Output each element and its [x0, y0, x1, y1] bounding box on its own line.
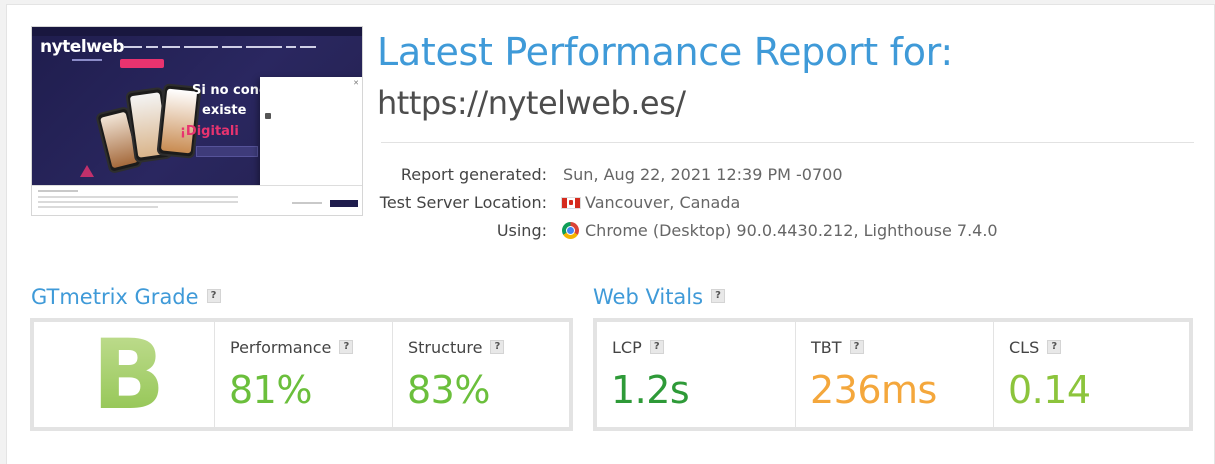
lcp-value: 1.2s: [611, 368, 690, 412]
thumbnail-menu-item: [286, 46, 296, 48]
chrome-icon: [561, 222, 581, 240]
tbt-value: 236ms: [810, 368, 937, 412]
tbt-label: TBT: [811, 338, 842, 357]
cls-cell: CLS? 0.14: [993, 322, 1189, 427]
thumbnail-text-line: [38, 190, 78, 192]
structure-label: Structure: [408, 338, 483, 357]
thumbnail-close-icon: ✕: [353, 79, 359, 87]
structure-value: 83%: [407, 368, 490, 412]
generated-label: Report generated:: [400, 165, 547, 184]
using-label: Using:: [496, 221, 547, 240]
performance-label-wrap: Performance?: [230, 338, 354, 357]
gtmetrix-grade-panel: B Performance? 81% Structure? 83%: [30, 318, 573, 431]
thumbnail-menu-item: [124, 46, 142, 48]
cls-help-icon[interactable]: ?: [1047, 339, 1062, 354]
canada-flag-icon: [561, 194, 581, 212]
grade-cell: B: [34, 319, 214, 431]
header-divider: [381, 142, 1194, 143]
thumbnail-text-line: [38, 201, 238, 203]
meta-row-using: Using: Chrome (Desktop) 90.0.4430.212, L…: [347, 221, 1207, 245]
thumbnail-logo: nytelweb: [40, 37, 125, 57]
meta-row-generated: Report generated: Sun, Aug 22, 2021 12:3…: [347, 165, 1207, 189]
thumbnail-logo-tagline: [72, 59, 102, 61]
grade-letter: B: [92, 319, 166, 431]
tbt-help-icon[interactable]: ?: [849, 339, 864, 354]
gtmetrix-grade-title: GTmetrix Grade?: [31, 285, 221, 309]
thumbnail-headline-red: ¡Digitali: [180, 124, 239, 139]
lcp-label: LCP: [612, 338, 642, 357]
performance-help-icon[interactable]: ?: [339, 339, 354, 354]
report-url[interactable]: https://nytelweb.es/: [377, 84, 686, 122]
web-vitals-title: Web Vitals?: [593, 285, 726, 309]
web-vitals-label: Web Vitals: [593, 285, 704, 309]
web-vitals-help-icon[interactable]: ?: [711, 289, 726, 303]
lcp-label-wrap: LCP?: [612, 338, 664, 357]
gtmetrix-grade-label: GTmetrix Grade: [31, 285, 199, 309]
thumbnail-menu-item: [184, 46, 218, 48]
performance-label: Performance: [230, 338, 332, 357]
thumbnail-cookie-banner: [32, 185, 362, 215]
report-card: nytelweb Si no conec existe ¡Digitali ✕ …: [6, 4, 1215, 464]
thumbnail-menu-item: [162, 46, 180, 48]
location-value: Vancouver, Canada: [585, 193, 741, 212]
thumbnail-client-area-pill: [120, 59, 164, 68]
thumbnail-decoration: [80, 165, 94, 177]
report-title: Latest Performance Report for:: [377, 30, 953, 74]
thumbnail-headline-2: existe: [202, 103, 247, 118]
tbt-cell: TBT? 236ms: [795, 322, 993, 427]
thumbnail-menu-item: [246, 46, 282, 48]
performance-cell: Performance? 81%: [214, 322, 392, 427]
web-vitals-panel: LCP? 1.2s TBT? 236ms CLS? 0.14: [593, 318, 1193, 431]
cls-value: 0.14: [1008, 368, 1091, 412]
lcp-help-icon[interactable]: ?: [649, 339, 664, 354]
cls-label-wrap: CLS?: [1009, 338, 1062, 357]
performance-value: 81%: [229, 368, 312, 412]
structure-help-icon[interactable]: ?: [490, 339, 505, 354]
location-label: Test Server Location:: [379, 193, 547, 212]
using-value: Chrome (Desktop) 90.0.4430.212, Lighthou…: [585, 221, 998, 240]
tbt-label-wrap: TBT?: [811, 338, 864, 357]
structure-label-wrap: Structure?: [408, 338, 505, 357]
generated-value: Sun, Aug 22, 2021 12:39 PM -0700: [563, 165, 843, 184]
thumbnail-lock-icon: [265, 113, 271, 119]
thumbnail-text-line: [292, 202, 322, 204]
thumbnail-input: [196, 146, 258, 157]
structure-cell: Structure? 83%: [392, 322, 569, 427]
thumbnail-text-line: [38, 196, 238, 198]
grade-help-icon[interactable]: ?: [206, 289, 221, 303]
site-screenshot-thumbnail[interactable]: nytelweb Si no conec existe ¡Digitali ✕: [31, 26, 363, 216]
thumbnail-menu-item: [146, 46, 158, 48]
thumbnail-menu-item: [222, 46, 242, 48]
lcp-cell: LCP? 1.2s: [597, 322, 795, 427]
thumbnail-menu-item: [300, 46, 316, 48]
cls-label: CLS: [1009, 338, 1040, 357]
meta-row-location: Test Server Location: Vancouver, Canada: [347, 193, 1207, 217]
thumbnail-hero: nytelweb Si no conec existe ¡Digitali ✕: [32, 27, 362, 209]
thumbnail-text-line: [38, 206, 158, 208]
thumbnail-topbar: [32, 27, 362, 36]
